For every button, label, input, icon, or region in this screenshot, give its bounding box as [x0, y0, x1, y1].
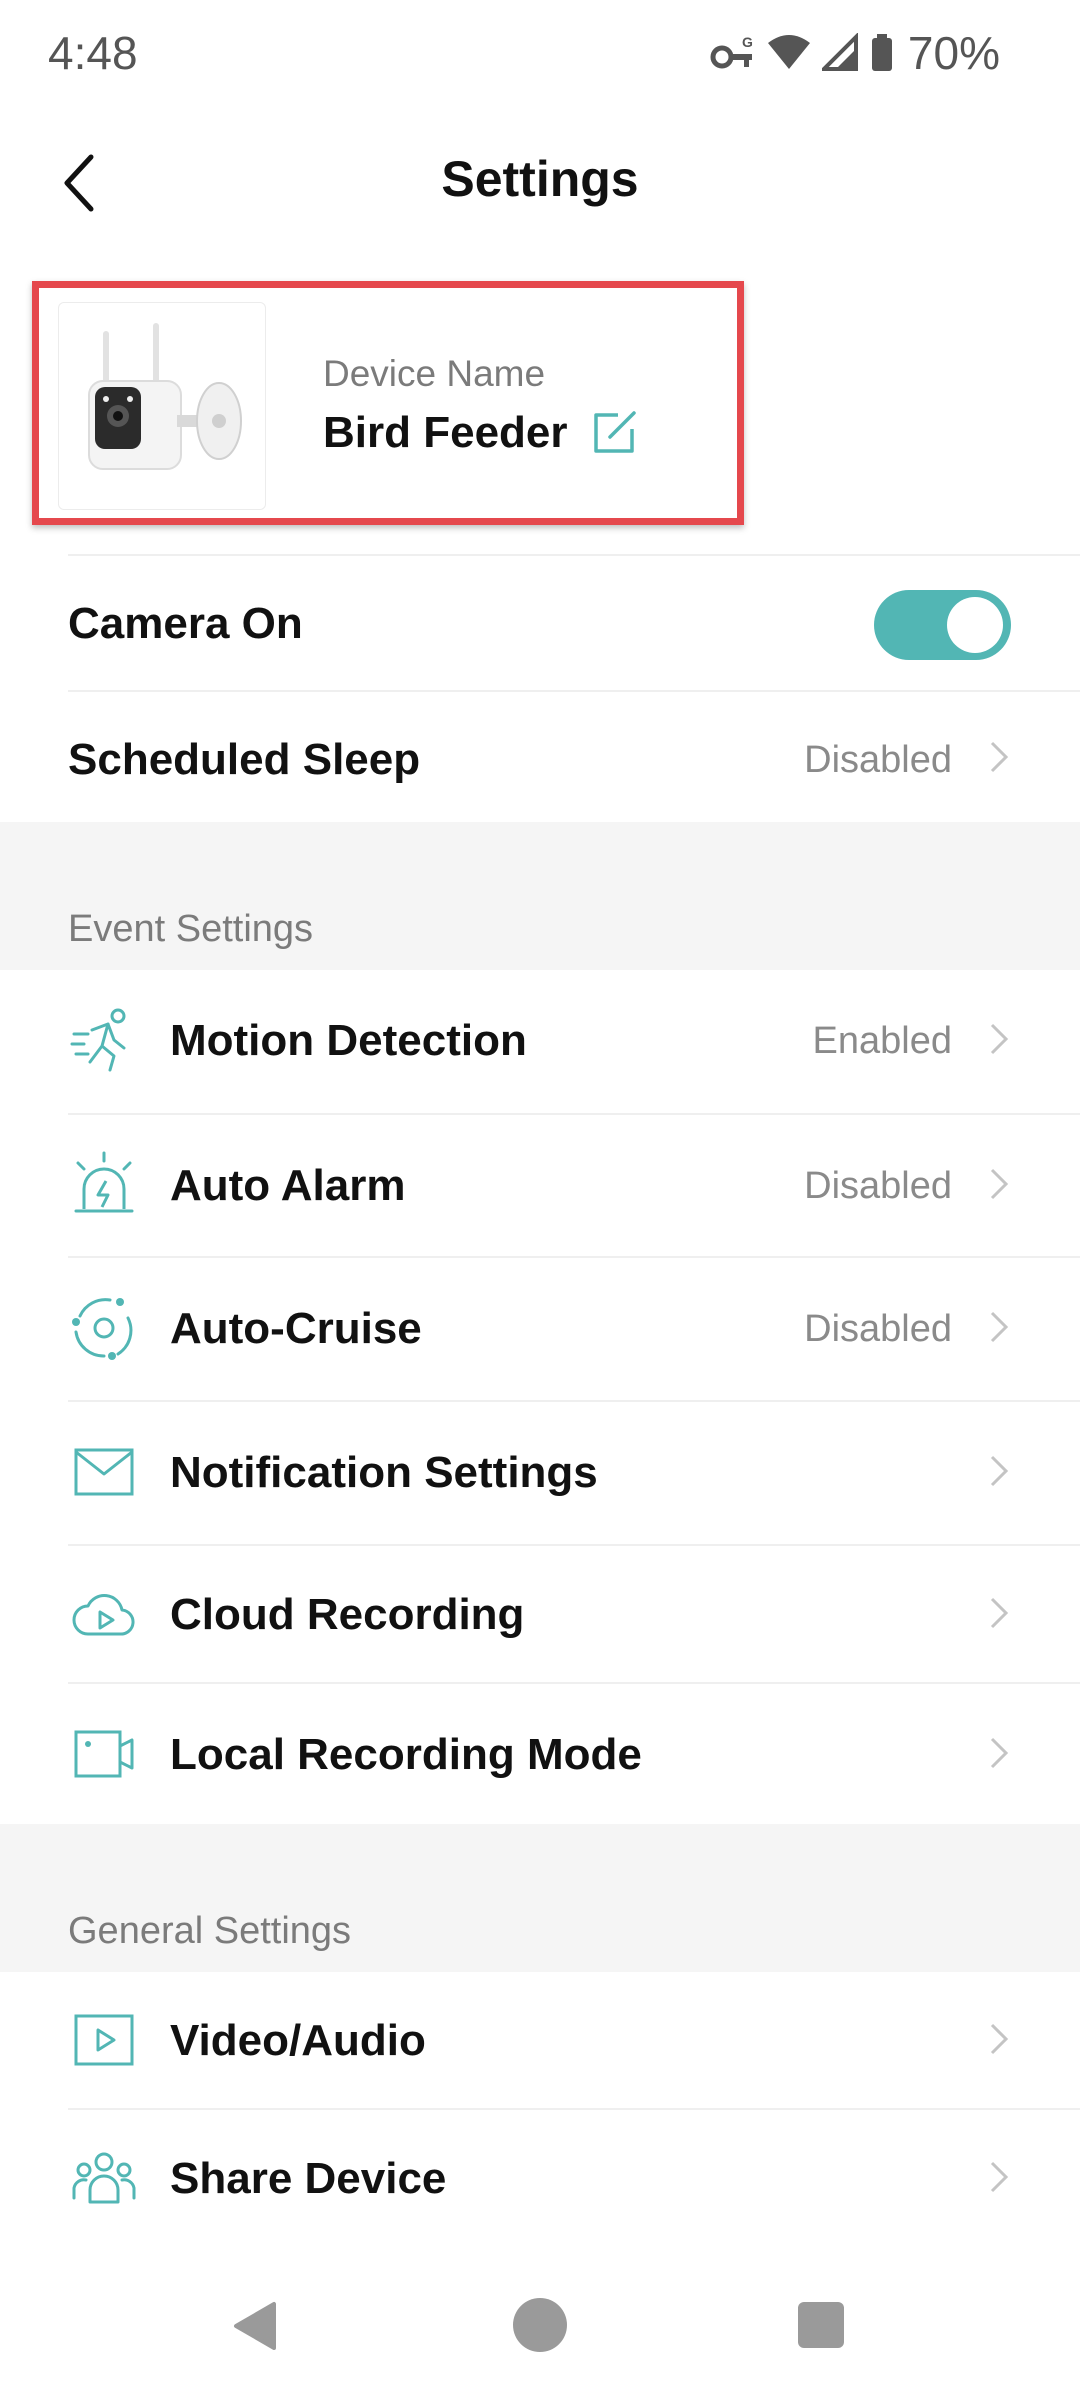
scheduled-sleep-value: Disabled — [804, 739, 952, 781]
local-recording-mode-row[interactable]: Local Recording Mode — [0, 1684, 1080, 1824]
alarm-siren-icon — [74, 1151, 134, 1213]
running-person-icon — [70, 1008, 126, 1072]
status-bar: 4:48 G 70% — [0, 0, 1080, 120]
device-name-label: Device Name — [323, 353, 546, 394]
cloud-recording-label: Cloud Recording — [170, 1590, 525, 1639]
edit-icon — [594, 411, 636, 453]
section-title: Event Settings — [68, 908, 314, 950]
chevron-right-icon — [990, 1168, 1009, 1200]
general-settings-header: General Settings — [0, 1824, 1080, 1972]
cruise-orbit-icon — [72, 1298, 133, 1360]
event-settings-header: Event Settings — [0, 822, 1080, 970]
camera-thumbnail — [58, 302, 266, 510]
battery-icon — [871, 34, 892, 71]
video-audio-label: Video/Audio — [170, 2016, 426, 2065]
auto-alarm-row[interactable]: Auto Alarm Disabled — [0, 1115, 1080, 1256]
title-bar: Settings — [0, 120, 1080, 246]
auto-cruise-label: Auto-Cruise — [170, 1304, 422, 1353]
motion-detection-value: Enabled — [812, 1020, 952, 1062]
video-audio-row[interactable]: Video/Audio — [0, 1972, 1080, 2108]
share-device-label: Share Device — [170, 2154, 447, 2203]
chevron-right-icon — [990, 741, 1009, 773]
auto-alarm-label: Auto Alarm — [170, 1161, 406, 1210]
motion-detection-label: Motion Detection — [170, 1016, 527, 1065]
video-play-icon — [74, 2014, 134, 2066]
chevron-right-icon — [990, 2161, 1009, 2193]
scheduled-sleep-row[interactable]: Scheduled Sleep Disabled — [0, 692, 1080, 822]
vpn-key-icon: G — [710, 34, 753, 69]
nav-back-icon[interactable] — [232, 2300, 278, 2352]
chevron-right-icon — [990, 2023, 1009, 2055]
notification-settings-row[interactable]: Notification Settings — [0, 1402, 1080, 1544]
share-device-row[interactable]: Share Device — [0, 2110, 1080, 2250]
nav-recents-icon[interactable] — [798, 2302, 844, 2348]
notification-settings-label: Notification Settings — [170, 1448, 598, 1497]
envelope-icon — [74, 1448, 134, 1496]
nav-home-icon[interactable] — [513, 2298, 567, 2352]
svg-text:G: G — [742, 34, 753, 50]
page-title: Settings — [441, 151, 639, 207]
motion-detection-row[interactable]: Motion Detection Enabled — [0, 970, 1080, 1113]
camera-on-toggle[interactable] — [874, 590, 1011, 660]
chevron-right-icon — [990, 1737, 1009, 1769]
chevron-right-icon — [990, 1597, 1009, 1629]
camera-on-row: Camera On — [0, 556, 1080, 692]
chevron-right-icon — [990, 1023, 1009, 1055]
cloud-play-icon — [72, 1594, 135, 1636]
status-icons: G 70% — [710, 26, 1000, 80]
section-title: General Settings — [68, 1910, 352, 1952]
wifi-icon — [767, 35, 810, 69]
video-camera-icon — [74, 1730, 134, 1778]
auto-cruise-value: Disabled — [804, 1308, 952, 1350]
local-recording-mode-label: Local Recording Mode — [170, 1730, 642, 1779]
chevron-right-icon — [990, 1311, 1009, 1343]
auto-alarm-value: Disabled — [804, 1165, 952, 1207]
device-name: Bird Feeder — [323, 408, 568, 457]
toggle-knob — [947, 597, 1003, 653]
cloud-recording-row[interactable]: Cloud Recording — [0, 1546, 1080, 1682]
cell-signal-icon — [821, 33, 858, 71]
battery-percentage: 70% — [907, 27, 1000, 79]
chevron-right-icon — [990, 1455, 1009, 1487]
edit-name-button[interactable] — [588, 407, 640, 459]
camera-on-label: Camera On — [68, 599, 303, 648]
status-time: 4:48 — [48, 27, 138, 79]
people-icon — [72, 2152, 136, 2204]
device-card[interactable]: Device Name Bird Feeder — [0, 280, 1080, 540]
auto-cruise-row[interactable]: Auto-Cruise Disabled — [0, 1258, 1080, 1400]
scheduled-sleep-label: Scheduled Sleep — [68, 735, 421, 784]
navigation-bar — [0, 2250, 1080, 2400]
